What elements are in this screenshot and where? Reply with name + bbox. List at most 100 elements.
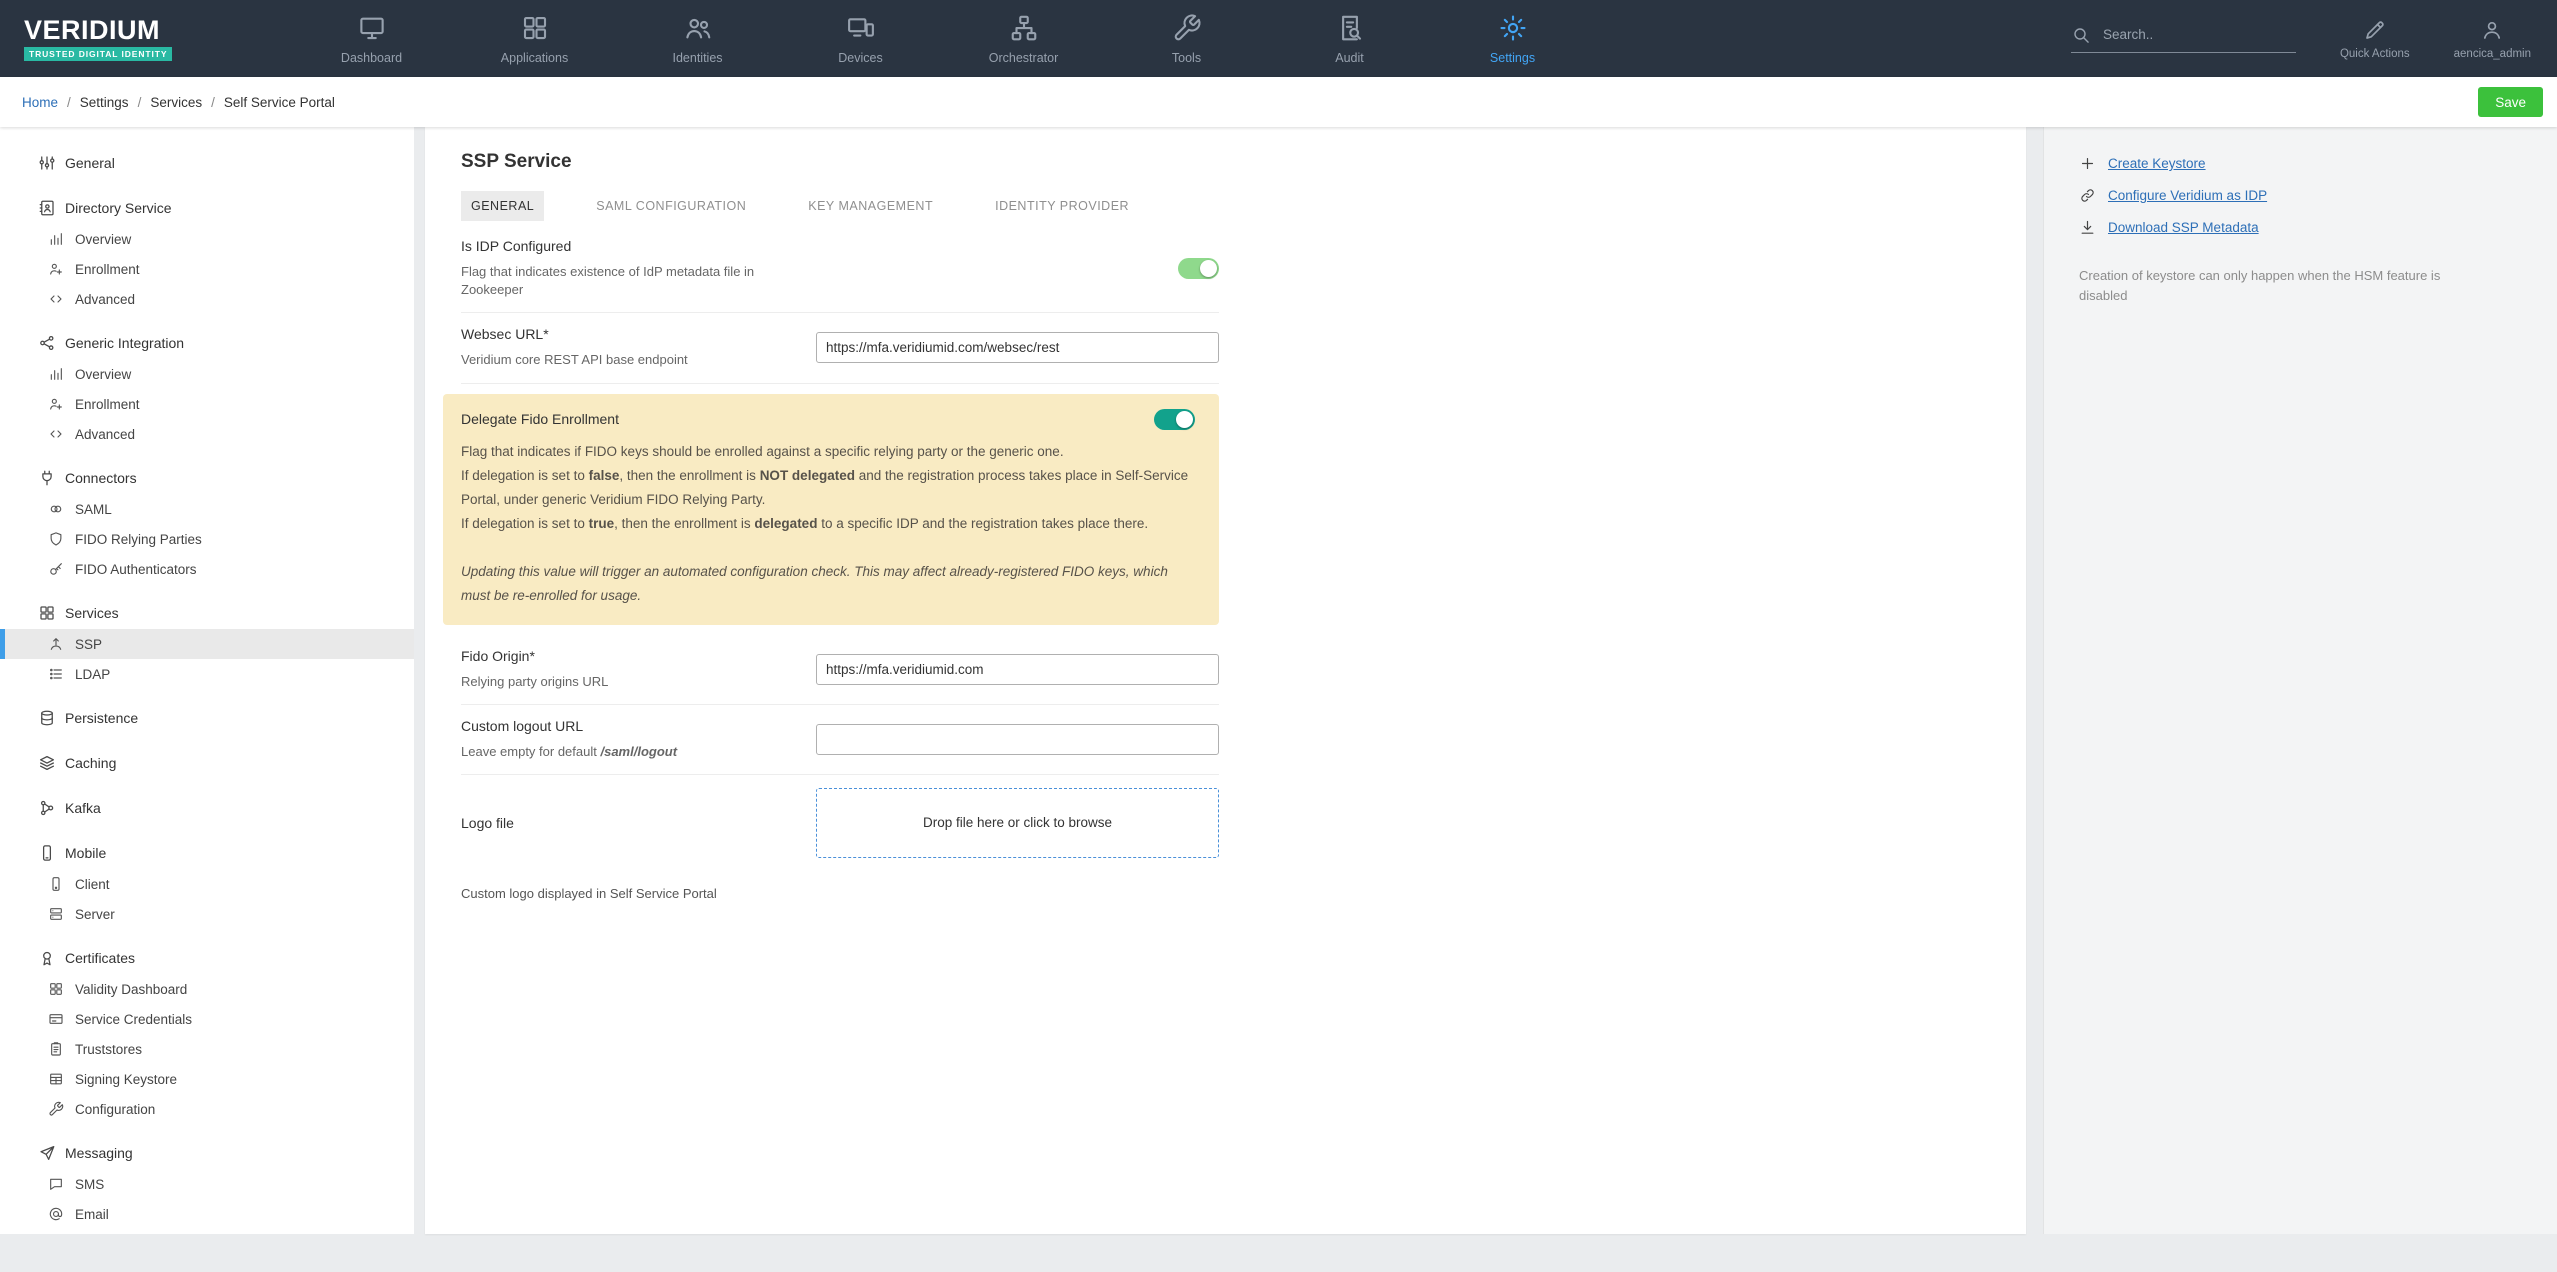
delegate-fido-section: Delegate Fido Enrollment Flag that indic… <box>443 393 1219 625</box>
sidebar-item-general[interactable]: General <box>0 147 414 179</box>
fido-origin-input[interactable] <box>816 653 1219 685</box>
is-idp-configured-toggle[interactable] <box>1178 258 1219 280</box>
sidebar-item-server[interactable]: Server <box>0 899 414 929</box>
create-keystore-link[interactable]: Create Keystore <box>2079 155 2527 172</box>
tab-saml-configuration[interactable]: SAML CONFIGURATION <box>586 191 756 221</box>
signing-keystore-icon <box>48 1071 64 1087</box>
websec-url-input[interactable] <box>816 332 1219 364</box>
sidebar-item-truststores[interactable]: Truststores <box>0 1034 414 1064</box>
nav-item-devices[interactable]: Devices <box>779 0 942 77</box>
connectors-icon <box>38 469 56 487</box>
sidebar-item-advanced[interactable]: Advanced <box>0 284 414 314</box>
server-icon <box>48 906 64 922</box>
sidebar-item-services[interactable]: Services <box>0 597 414 629</box>
enrollment-icon <box>48 261 64 277</box>
sidebar-item-kafka[interactable]: Kafka <box>0 792 414 824</box>
sidebar-item-directory-service[interactable]: Directory Service <box>0 192 414 224</box>
sidebar-item-generic-integration[interactable]: Generic Integration <box>0 327 414 359</box>
sidebar-item-configuration[interactable]: Configuration <box>0 1094 414 1124</box>
sidebar-item-mobile[interactable]: Mobile <box>0 837 414 869</box>
quick-actions-button[interactable]: Quick Actions <box>2340 18 2410 60</box>
websec-url-row: Websec URL* Veridium core REST API base … <box>461 313 1219 384</box>
sidebar-item-label: Overview <box>75 231 132 247</box>
sidebar-item-ldap[interactable]: LDAP <box>0 659 414 689</box>
sidebar-item-email[interactable]: Email <box>0 1199 414 1229</box>
nav-item-label: Devices <box>838 50 883 65</box>
sidebar-item-overview[interactable]: Overview <box>0 224 414 254</box>
sidebar-section-children: SAML FIDO Relying Parties FIDO Authentic… <box>0 494 414 584</box>
saml-icon <box>48 501 64 517</box>
user-menu[interactable]: aencica_admin <box>2454 18 2531 60</box>
sidebar-item-label: Enrollment <box>75 261 140 277</box>
delegate-fido-toggle[interactable] <box>1154 408 1195 430</box>
sidebar-item-caching[interactable]: Caching <box>0 747 414 779</box>
nav-item-applications[interactable]: Applications <box>453 0 616 77</box>
logo-file-row: Logo file Drop file here or click to bro… <box>461 775 1219 871</box>
sidebar-section-children: SSP LDAP <box>0 629 414 689</box>
tab-general[interactable]: GENERAL <box>461 191 545 221</box>
sidebar-item-validity-dashboard[interactable]: Validity Dashboard <box>0 974 414 1004</box>
client-icon <box>48 876 64 892</box>
sidebar-item-label: Signing Keystore <box>75 1071 178 1087</box>
sidebar-item-client[interactable]: Client <box>0 869 414 899</box>
nav-item-audit[interactable]: Audit <box>1268 0 1431 77</box>
sidebar-item-fido-authenticators[interactable]: FIDO Authenticators <box>0 554 414 584</box>
logo-file-label: Logo file <box>461 814 514 831</box>
save-button[interactable]: Save <box>2478 87 2543 117</box>
sidebar-item-persistence[interactable]: Persistence <box>0 702 414 734</box>
sidebar-item-sms[interactable]: SMS <box>0 1169 414 1199</box>
download-ssp-metadata-link[interactable]: Download SSP Metadata <box>2079 219 2527 236</box>
configure-veridium-as-idp-link[interactable]: Configure Veridium as IDP <box>2079 187 2527 204</box>
sidebar-item-label: FIDO Relying Parties <box>75 531 202 547</box>
custom-logout-input[interactable] <box>816 723 1219 755</box>
breadcrumb-item-services[interactable]: Services <box>150 95 202 110</box>
sidebar-section-label: Directory Service <box>65 200 172 216</box>
settings-sidebar: General Directory Service Overview Enrol… <box>0 127 414 1234</box>
sidebar-section-children: Overview Enrollment Advanced <box>0 224 414 314</box>
logo-file-footnote: Custom logo displayed in Self Service Po… <box>461 885 717 901</box>
sidebar-item-enrollment[interactable]: Enrollment <box>0 389 414 419</box>
nav-item-tools[interactable]: Tools <box>1105 0 1268 77</box>
wand-icon <box>2363 18 2387 42</box>
nav-item-dashboard[interactable]: Dashboard <box>290 0 453 77</box>
sidebar-item-service-credentials[interactable]: Service Credentials <box>0 1004 414 1034</box>
kafka-icon <box>38 799 56 817</box>
mobile-icon <box>38 844 56 862</box>
nav-item-orchestrator[interactable]: Orchestrator <box>942 0 1105 77</box>
nav-item-settings[interactable]: Settings <box>1431 0 1594 77</box>
tab-identity-provider[interactable]: IDENTITY PROVIDER <box>985 191 1139 221</box>
nav-item-identities[interactable]: Identities <box>616 0 779 77</box>
sidebar-item-label: Configuration <box>75 1101 156 1117</box>
breadcrumb-item-settings[interactable]: Settings <box>80 95 129 110</box>
sidebar-item-label: Enrollment <box>75 396 140 412</box>
sidebar-item-enrollment[interactable]: Enrollment <box>0 254 414 284</box>
logo-dropzone[interactable]: Drop file here or click to browse <box>816 787 1219 858</box>
brand-logo[interactable]: VERIDIUM TRUSTED DIGITAL IDENTITY <box>0 0 290 77</box>
sidebar-item-label: SSP <box>75 636 103 652</box>
sidebar-item-messaging[interactable]: Messaging <box>0 1137 414 1169</box>
sidebar-section-generic-integration: Generic Integration Overview Enrollment … <box>0 327 414 449</box>
action-link-label: Download SSP Metadata <box>2108 220 2259 235</box>
advanced-icon <box>48 291 64 307</box>
dropzone-text: Drop file here or click to browse <box>922 815 1113 831</box>
applications-icon <box>520 13 550 43</box>
breadcrumb-bar: Home / Settings / Services / Self Service Port… <box>0 77 2557 127</box>
sidebar-item-signing-keystore[interactable]: Signing Keystore <box>0 1064 414 1094</box>
advanced-icon <box>48 426 64 442</box>
sidebar-item-saml[interactable]: SAML <box>0 494 414 524</box>
tab-key-management[interactable]: KEY MANAGEMENT <box>798 191 943 221</box>
sidebar-item-overview[interactable]: Overview <box>0 359 414 389</box>
sidebar-item-fido-relying-parties[interactable]: FIDO Relying Parties <box>0 524 414 554</box>
configuration-icon <box>48 1101 64 1117</box>
sidebar-item-advanced[interactable]: Advanced <box>0 419 414 449</box>
search-input[interactable] <box>2100 26 2296 43</box>
nav-item-label: Audit <box>1335 50 1364 65</box>
sidebar-item-ssp[interactable]: SSP <box>0 629 414 659</box>
sidebar-item-connectors[interactable]: Connectors <box>0 462 414 494</box>
breadcrumb-item-home[interactable]: Home <box>22 95 58 110</box>
ldap-icon <box>48 666 64 682</box>
sidebar-section-directory-service: Directory Service Overview Enrollment Ad… <box>0 192 414 314</box>
sidebar-section-children: Client Server <box>0 869 414 929</box>
sidebar-item-certificates[interactable]: Certificates <box>0 942 414 974</box>
validity-dashboard-icon <box>48 981 64 997</box>
